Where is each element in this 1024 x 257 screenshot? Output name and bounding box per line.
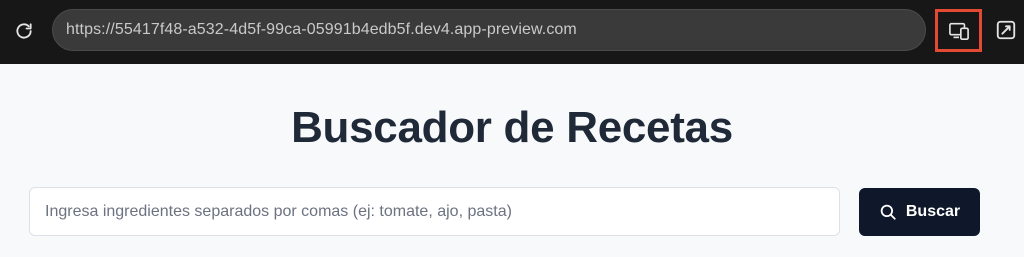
browser-toolbar: https://55417f48-a532-4d5f-99ca-05991b4e… bbox=[0, 0, 1024, 64]
url-text: https://55417f48-a532-4d5f-99ca-05991b4e… bbox=[66, 21, 577, 38]
search-icon bbox=[879, 203, 897, 221]
reload-icon bbox=[16, 23, 32, 39]
ingredients-search-input[interactable] bbox=[29, 187, 840, 236]
search-button-label: Buscar bbox=[905, 203, 961, 220]
devices-icon bbox=[948, 22, 969, 40]
address-bar[interactable]: https://55417f48-a532-4d5f-99ca-05991b4e… bbox=[52, 9, 926, 51]
external-link-icon bbox=[996, 20, 1016, 40]
responsive-view-button[interactable] bbox=[935, 9, 982, 52]
search-button[interactable]: Buscar bbox=[859, 188, 980, 236]
page-title: Buscador de Recetas bbox=[291, 103, 733, 152]
reload-button[interactable] bbox=[12, 19, 36, 43]
open-in-new-window-button[interactable] bbox=[994, 18, 1018, 42]
